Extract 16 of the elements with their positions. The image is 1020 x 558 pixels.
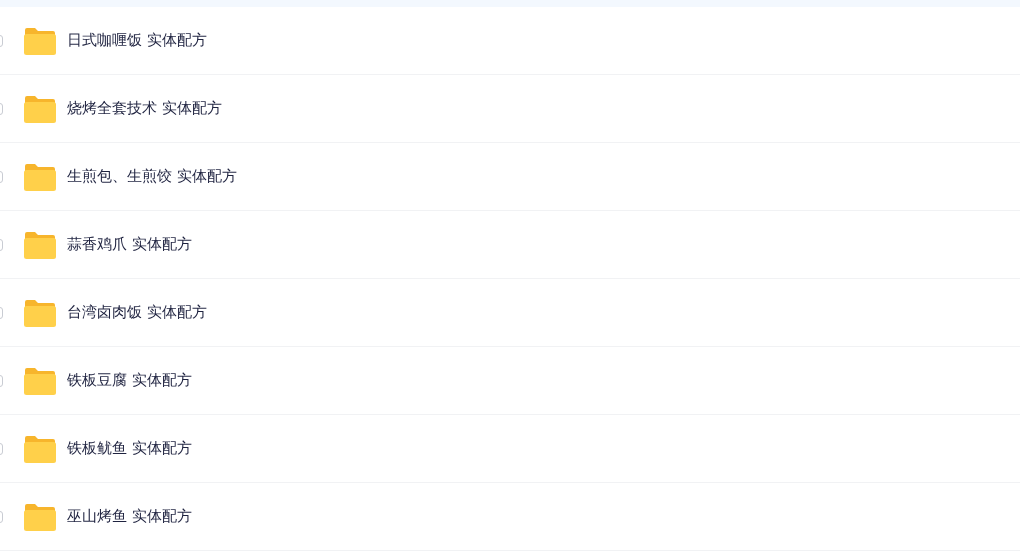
folder-icon: [23, 93, 57, 124]
folder-icon: [23, 229, 57, 260]
folder-icon: [23, 433, 57, 464]
folder-name[interactable]: 铁板豆腐 实体配方: [67, 371, 192, 390]
folder-icon: [23, 365, 57, 396]
folder-name[interactable]: 生煎包、生煎饺 实体配方: [67, 167, 237, 186]
folder-name[interactable]: 巫山烤鱼 实体配方: [67, 507, 192, 526]
folder-icon: [23, 161, 57, 192]
folder-icon: [23, 297, 57, 328]
folder-name[interactable]: 铁板鱿鱼 实体配方: [67, 439, 192, 458]
folder-icon: [23, 501, 57, 532]
folder-name[interactable]: 蒜香鸡爪 实体配方: [67, 235, 192, 254]
folder-name[interactable]: 台湾卤肉饭 实体配方: [67, 303, 207, 322]
folder-icon: [23, 25, 57, 56]
folder-name[interactable]: 烧烤全套技术 实体配方: [67, 99, 222, 118]
folder-name[interactable]: 日式咖喱饭 实体配方: [67, 31, 207, 50]
